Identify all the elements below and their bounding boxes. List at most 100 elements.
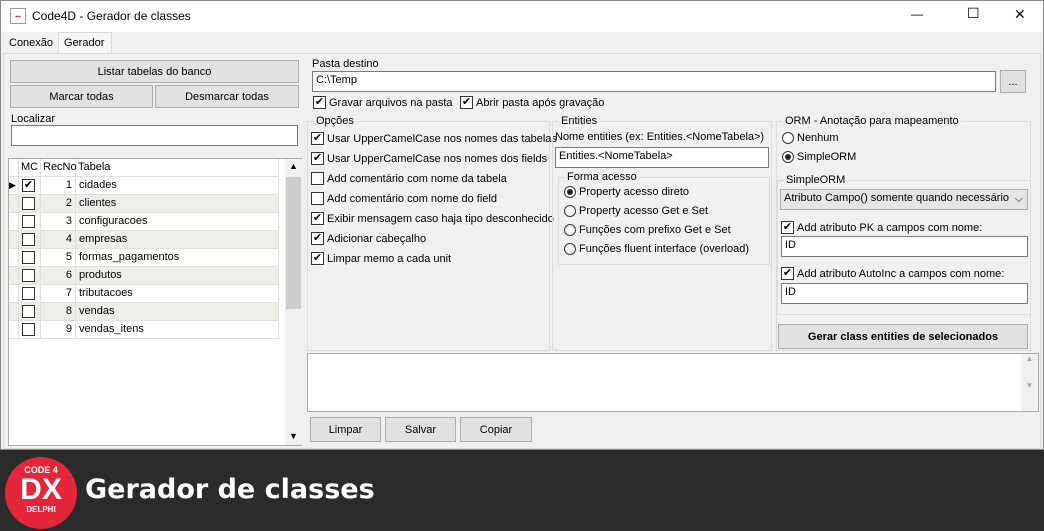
banner: CODE 4 DX DELPHI Gerador de classes [0,450,1044,531]
label: Nenhum [797,132,839,144]
close-button[interactable]: ✕ [1014,6,1026,23]
dest-input[interactable]: C:\Temp [312,71,996,92]
mc-checkbox[interactable] [19,285,41,303]
copy-button[interactable]: Copiar [460,417,532,442]
tabela-cell: vendas [76,303,279,321]
title-bar: ▪▪▪ Code4D - Gerador de classes — ☐ ✕ [1,1,1043,32]
tab-gerador[interactable]: Gerador [58,32,112,54]
radio-option[interactable]: Property acesso Get e Set [564,205,708,217]
label: Usar UpperCamelCase nos nomes das tabela… [327,132,557,145]
mc-checkbox[interactable] [19,249,41,267]
scrollbar[interactable]: ▲ ▼ [285,159,302,445]
search-label: Localizar [11,113,56,125]
output-memo[interactable]: ▲ ▼ [307,353,1039,412]
option-checkbox[interactable]: ✔ Adicionar cabeçalho [311,232,426,245]
label: Add comentário com nome do field [327,192,497,205]
radio-option[interactable]: SimpleORM [782,151,856,163]
mark-all-button[interactable]: Marcar todas [10,85,153,108]
checkbox-icon: ✔ [311,132,324,145]
app-icon: ▪▪▪ [10,8,26,24]
checkbox-icon: ✔ [22,179,35,192]
option-checkbox[interactable]: Add comentário com nome da tabela [311,172,507,185]
open-folder-checkbox[interactable]: ✔ Abrir pasta após gravação [460,96,604,109]
entities-name-input[interactable]: Entities.<NomeTabela> [555,147,769,168]
row-indicator-icon: ▶ [9,177,19,195]
radio-option[interactable]: Nenhum [782,132,839,144]
list-tables-button[interactable]: Listar tabelas do banco [10,60,299,83]
table-row[interactable]: 2 clientes [9,195,279,213]
autoinc-checkbox[interactable]: ✔ Add atributo AutoInc a campos com nome: [781,267,1004,280]
table-row[interactable]: 8 vendas [9,303,279,321]
tabela-cell: cidades [76,177,279,195]
table-row[interactable]: 9 vendas_itens [9,321,279,339]
mc-checkbox[interactable] [19,321,41,339]
mc-checkbox[interactable] [19,213,41,231]
row-indicator [9,231,19,249]
radio-option[interactable]: Funções fluent interface (overload) [564,243,749,255]
pk-input[interactable]: ID [781,236,1028,257]
minimize-button[interactable]: — [911,7,923,21]
tables-grid[interactable]: MC RecNo Tabela ▶ ✔ 1 cidades 2 clientes… [8,158,302,446]
checkbox-icon [22,305,35,318]
table-row[interactable]: 4 empresas [9,231,279,249]
row-indicator [9,213,19,231]
scroll-up-icon[interactable]: ▲ [289,161,298,171]
save-files-checkbox[interactable]: ✔ Gravar arquivos na pasta [313,96,453,109]
label: Funções com prefixo Get e Set [579,224,731,236]
entities-group: Entities Nome entities (ex: Entities.<No… [552,115,772,351]
generate-button[interactable]: Gerar class entities de selecionados [778,324,1028,349]
checkbox-icon [311,172,324,185]
col-recno[interactable]: RecNo [41,159,77,177]
autoinc-input[interactable]: ID [781,283,1028,304]
radio-option[interactable]: Funções com prefixo Get e Set [564,224,731,236]
mc-checkbox[interactable] [19,267,41,285]
tabela-cell: empresas [76,231,279,249]
col-mc[interactable]: MC [19,159,41,177]
checkbox-icon: ✔ [311,152,324,165]
radio-icon [782,151,794,163]
mc-checkbox[interactable] [19,195,41,213]
table-row[interactable]: 3 configuracoes [9,213,279,231]
table-row[interactable]: 6 produtos [9,267,279,285]
option-checkbox[interactable]: Add comentário com nome do field [311,192,497,205]
memo-scrollbar[interactable]: ▲ ▼ [1021,354,1038,411]
row-indicator [9,285,19,303]
radio-icon [564,243,576,255]
mc-checkbox[interactable]: ✔ [19,177,41,195]
scroll-down-icon[interactable]: ▼ [289,431,298,441]
table-row[interactable]: 5 formas_pagamentos [9,249,279,267]
clear-button[interactable]: Limpar [310,417,381,442]
table-row[interactable]: 7 tributacoes [9,285,279,303]
group-title: ORM - Anotação para mapeamento [783,115,961,127]
label: Exibir mensagem caso haja tipo desconhec… [327,212,554,225]
radio-option[interactable]: Property acesso direto [564,186,689,198]
checkbox-icon [311,192,324,205]
mc-checkbox[interactable] [19,303,41,321]
unmark-all-button[interactable]: Desmarcar todas [155,85,299,108]
col-tabela[interactable]: Tabela [76,159,279,177]
group-title: Forma acesso [565,171,639,183]
row-indicator [9,249,19,267]
search-input[interactable] [11,125,298,146]
label: Abrir pasta após gravação [476,96,605,109]
label: Gravar arquivos na pasta [329,96,453,109]
label: SimpleORM [797,151,857,163]
row-indicator [9,303,19,321]
option-checkbox[interactable]: ✔ Usar UpperCamelCase nos nomes das tabel… [311,132,557,145]
label: Limpar memo a cada unit [327,252,452,265]
pk-checkbox[interactable]: ✔ Add atributo PK a campos com nome: [781,221,982,234]
browse-button[interactable]: ... [1000,70,1026,93]
maximize-button[interactable]: ☐ [967,5,980,22]
recno-cell: 3 [41,213,76,231]
scroll-thumb[interactable] [286,177,301,309]
mc-checkbox[interactable] [19,231,41,249]
option-checkbox[interactable]: ✔ Limpar memo a cada unit [311,252,451,265]
label: Add comentário com nome da tabela [327,172,507,185]
attribute-select[interactable]: Atributo Campo() somente quando necessár… [780,189,1028,210]
checkbox-icon: ✔ [311,252,324,265]
table-row[interactable]: ▶ ✔ 1 cidades [9,177,279,195]
tab-conexao[interactable]: Conexão [9,37,53,49]
option-checkbox[interactable]: ✔ Usar UpperCamelCase nos nomes dos field… [311,152,547,165]
option-checkbox[interactable]: ✔ Exibir mensagem caso haja tipo desconhe… [311,212,554,225]
save-button[interactable]: Salvar [385,417,456,442]
